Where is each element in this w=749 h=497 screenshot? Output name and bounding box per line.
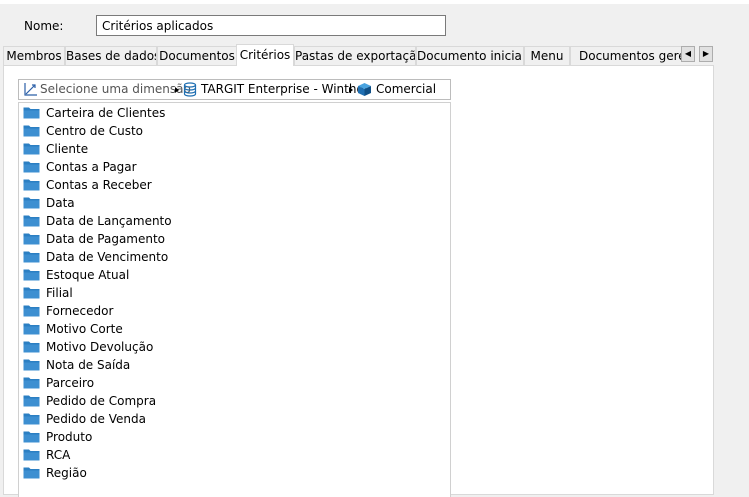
breadcrumb: Selecione uma dimensão TARGIT Enterprise… [18,79,451,100]
tree-item-label: Data de Lançamento [46,214,172,228]
folder-icon [23,233,40,245]
tab-documentos[interactable]: Documentos [157,46,237,65]
folder-icon [23,449,40,461]
tab-documentos-gerenciados[interactable]: Documentos gerenciados [570,46,681,65]
breadcrumb-dimension[interactable]: Selecione uma dimensão [40,80,191,99]
folder-icon [23,287,40,299]
tab-strip: Membros Bases de dados Documentos Critér… [3,44,681,66]
tab-scroll-right-button[interactable]: ▶ [699,46,713,62]
tree-item-label: Fornecedor [46,304,114,318]
tab-criterios[interactable]: Critérios [236,44,294,66]
folder-icon [23,359,40,371]
triangle-right-icon: ▶ [702,49,710,58]
tree-item-label: Motivo Devolução [46,340,154,354]
tab-bases-de-dados[interactable]: Bases de dados [65,46,157,65]
folder-icon [23,377,40,389]
tree-item-label: Cliente [46,142,89,156]
database-icon [183,82,197,97]
window-top-edge [0,0,749,4]
tree-item-label: Produto [46,430,93,444]
folder-icon [23,269,40,281]
tab-scroll-left-button[interactable]: ◀ [681,46,695,62]
cube-icon [358,83,371,96]
folder-icon [23,107,40,119]
tab-pastas-de-exportacao[interactable]: Pastas de exportação [294,46,416,65]
folder-icon [23,323,40,335]
folder-icon [23,161,40,173]
breadcrumb-separator-icon [175,87,179,93]
folder-icon [23,179,40,191]
tree-item-label: Pedido de Compra [46,394,157,408]
tree-item-label: Data [46,196,75,210]
tab-documento-inicial[interactable]: Documento inicial [416,46,524,65]
folder-icon [23,305,40,317]
tree-item-label: Parceiro [46,376,95,390]
folder-icon [23,251,40,263]
tree-item-label: Pedido de Venda [46,412,146,426]
folder-icon [23,197,40,209]
folder-icon [23,341,40,353]
folder-icon [23,125,40,137]
folder-icon [23,467,40,479]
folder-icon [23,143,40,155]
tree-item-label: Nota de Saída [46,358,131,372]
tree-item-label: Centro de Custo [46,124,143,138]
tree-item-label: Estoque Atual [46,268,130,282]
dimension-tree: Carteira de Clientes Centro de Custo Clien… [18,102,451,497]
folder-icon [23,431,40,443]
breadcrumb-separator-icon [349,87,353,93]
tree-item-label: Motivo Corte [46,322,123,336]
tab-membros[interactable]: Membros [3,46,65,65]
tree-item-label: Data de Pagamento [46,232,166,246]
tree-item-label: Filial [46,286,73,300]
tree-item-label: Data de Vencimento [46,250,169,264]
breadcrumb-cube[interactable]: Comercial [376,80,436,99]
folder-icon [23,413,40,425]
folder-icon [23,395,40,407]
tree-item-label: Carteira de Clientes [46,106,166,120]
tab-menu[interactable]: Menu [524,46,570,65]
tree-item-label: Região [46,466,87,480]
tree-item-label: RCA [46,448,71,462]
triangle-left-icon: ◀ [684,49,692,58]
tree-item-label: Contas a Receber [46,178,152,192]
name-input[interactable] [96,15,446,36]
name-label: Nome: [24,19,64,33]
breadcrumb-database[interactable]: TARGIT Enterprise - Winthor [201,80,369,99]
folder-icon [23,215,40,227]
tree-item-label: Contas a Pagar [46,160,137,174]
axis-icon [24,83,37,96]
